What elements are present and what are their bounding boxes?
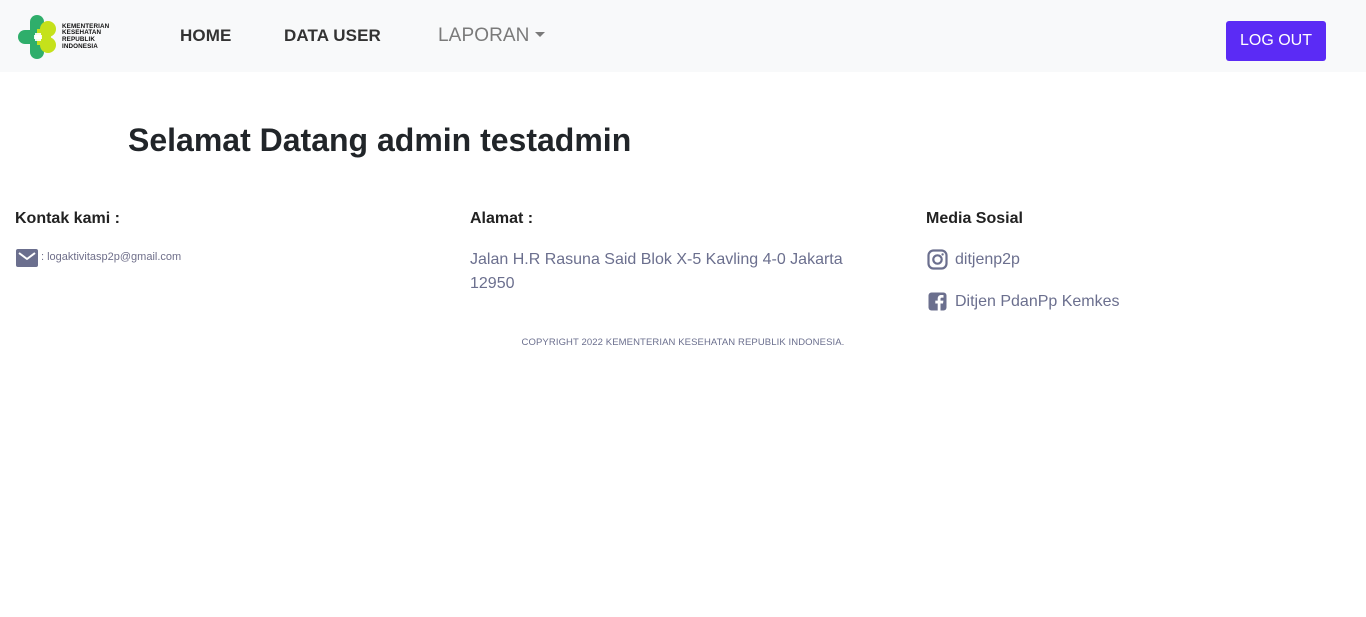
- email-contact[interactable]: : logaktivitasp2p@gmail.com: [16, 249, 181, 267]
- mail-icon: [16, 249, 38, 267]
- address-text: Jalan H.R Rasuna Said Blok X-5 Kavling 4…: [470, 251, 843, 292]
- facebook-icon: [928, 292, 947, 311]
- instagram-icon: [927, 249, 948, 270]
- logo-line: INDONESIA: [62, 42, 98, 50]
- instagram-handle: ditjenp2p: [955, 250, 1020, 268]
- logo-text: KEMENTERIAN KESEHATAN REPUBLIK INDONESIA: [62, 23, 109, 50]
- caret-down-icon: [534, 32, 545, 37]
- facebook-name: Ditjen PdanPp Kemkes: [955, 292, 1120, 310]
- kontak-heading: Kontak kami :: [15, 210, 120, 227]
- logout-button[interactable]: LOG OUT: [1226, 21, 1326, 61]
- facebook-link[interactable]: Ditjen PdanPp Kemkes: [927, 291, 1120, 312]
- instagram-link[interactable]: ditjenp2p: [927, 249, 1020, 270]
- kemenkes-logo[interactable]: KEMENTERIAN KESEHATAN REPUBLIK INDONESIA: [17, 14, 117, 60]
- media-sosial-heading: Media Sosial: [926, 210, 1023, 227]
- welcome-heading: Selamat Datang admin testadmin: [128, 122, 632, 158]
- email-text: : logaktivitasp2p@gmail.com: [41, 250, 182, 263]
- nav-laporan-dropdown[interactable]: LAPORAN: [438, 25, 545, 47]
- nav-data-user[interactable]: DATA USER: [284, 26, 381, 46]
- nav-home[interactable]: HOME: [180, 26, 231, 46]
- copyright-text: COPYRIGHT 2022 KEMENTERIAN KESEHATAN REP…: [521, 337, 845, 348]
- alamat-heading: Alamat :: [470, 210, 534, 227]
- nav-laporan-label: LAPORAN: [438, 25, 530, 46]
- navbar: KEMENTERIAN KESEHATAN REPUBLIK INDONESIA…: [0, 0, 1366, 72]
- kemenkes-logo-icon: [18, 15, 56, 59]
